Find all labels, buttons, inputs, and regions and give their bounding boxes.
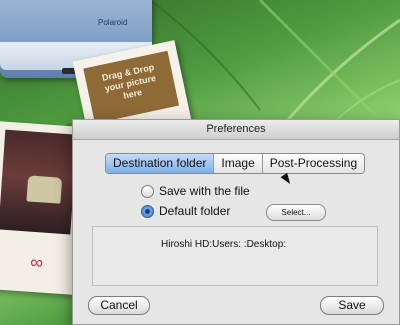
- save-button[interactable]: Save: [320, 296, 384, 315]
- polaroid-image: [0, 129, 78, 235]
- drop-target-label: Drag & Drop your picture here: [83, 50, 180, 124]
- tab-destination-folder[interactable]: Destination folder: [106, 154, 214, 173]
- camera-brand: Polaroid: [98, 18, 128, 27]
- preferences-dialog: Preferences Destination folder Image Pos…: [72, 119, 400, 325]
- path-display-box: Hiroshi HD:Users: :Desktop:: [92, 226, 378, 286]
- select-folder-button[interactable]: Select...: [266, 204, 326, 221]
- dialog-title: Preferences: [73, 120, 399, 140]
- default-folder-option[interactable]: Default folder: [141, 204, 230, 218]
- cancel-button[interactable]: Cancel: [88, 296, 150, 315]
- destination-path: Hiroshi HD:Users: :Desktop:: [161, 239, 287, 250]
- tab-image[interactable]: Image: [213, 154, 262, 173]
- tab-post-processing[interactable]: Post-Processing: [261, 154, 365, 173]
- infinity-doodle-icon: ∞: [29, 251, 44, 273]
- radio-unselected-icon[interactable]: [141, 184, 154, 198]
- polaroid-vehicle: [26, 175, 63, 204]
- save-with-file-label: Save with the file: [159, 184, 250, 198]
- tab-bar: Destination folder Image Post-Processing: [105, 153, 366, 174]
- save-with-file-option[interactable]: Save with the file: [141, 184, 250, 198]
- default-folder-label: Default folder: [159, 204, 231, 218]
- radio-selected-icon[interactable]: [141, 204, 154, 218]
